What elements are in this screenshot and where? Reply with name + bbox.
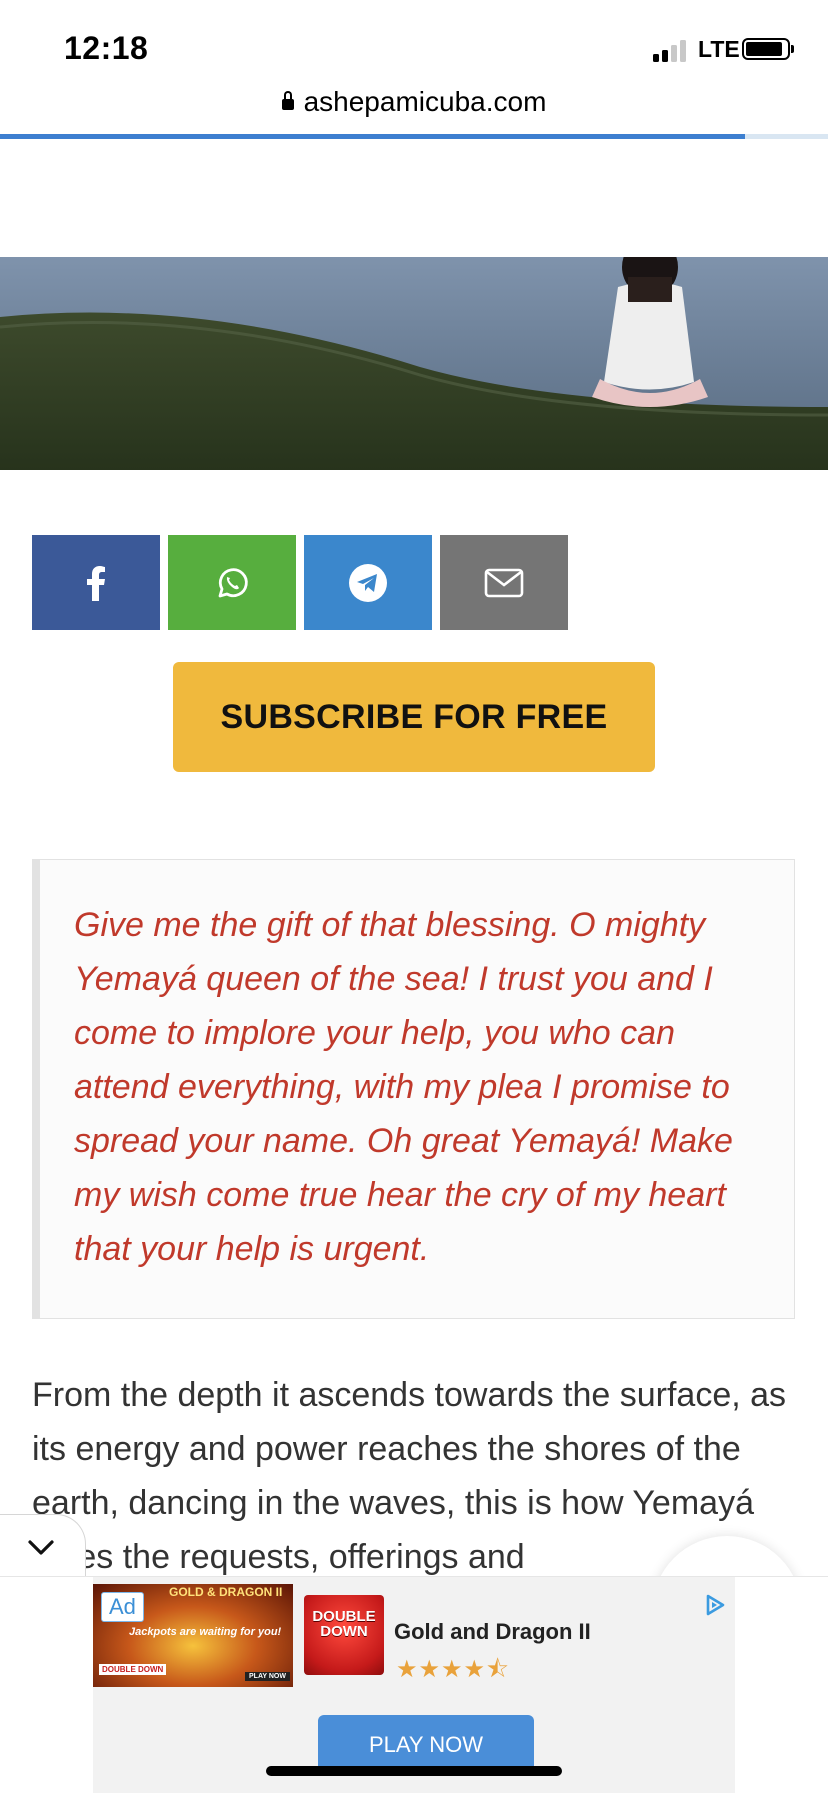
ad-container: GOLD & DRAGON II Jackpots are waiting fo… [0, 1576, 828, 1793]
app-icon-label: DOUBLE DOWN [312, 1608, 376, 1640]
page-load-progress-fill [0, 134, 746, 139]
subscribe-button[interactable]: SUBSCRIBE FOR FREE [173, 662, 655, 772]
share-telegram-button[interactable] [304, 535, 432, 630]
signal-icon [653, 38, 691, 62]
page-load-progress [0, 134, 828, 139]
status-time: 12:18 [64, 30, 149, 66]
ad-panel[interactable]: GOLD & DRAGON II Jackpots are waiting fo… [93, 1577, 735, 1793]
adchoices-icon[interactable] [703, 1593, 727, 1617]
ad-title[interactable]: Gold and Dragon II [394, 1619, 591, 1645]
banner-tagline: Jackpots are waiting for you! [129, 1626, 282, 1638]
ad-banner-image[interactable]: GOLD & DRAGON II Jackpots are waiting fo… [93, 1584, 293, 1687]
banner-play-label: PLAY NOW [245, 1672, 290, 1681]
banner-logo: GOLD & DRAGON II [169, 1585, 283, 1599]
app-icon[interactable]: DOUBLE DOWN [304, 1595, 384, 1675]
chevron-down-icon [28, 1540, 54, 1555]
url-text: ashepamicuba.com [303, 86, 547, 117]
hero-image [0, 257, 828, 470]
share-email-button[interactable] [440, 535, 568, 630]
facebook-icon [87, 565, 105, 601]
quote-text: Give me the gift of that blessing. O mig… [74, 906, 733, 1268]
share-whatsapp-button[interactable] [168, 535, 296, 630]
collapse-ad-button[interactable] [0, 1514, 86, 1584]
prayer-blockquote: Give me the gift of that blessing. O mig… [32, 859, 795, 1319]
status-bar: 12:18 LTE [0, 0, 828, 96]
envelope-icon [484, 568, 524, 597]
network-type: LTE [698, 36, 740, 62]
battery-icon [742, 38, 794, 60]
address-bar[interactable]: ashepamicuba.com [0, 86, 828, 134]
share-facebook-button[interactable] [32, 535, 160, 630]
telegram-icon [349, 563, 387, 602]
banner-corner-logo: DOUBLE DOWN [99, 1664, 167, 1675]
lock-icon [281, 90, 294, 110]
ad-badge: Ad [101, 1592, 144, 1622]
home-indicator[interactable] [266, 1766, 562, 1776]
rating-stars: ★★★★⯪ [396, 1656, 510, 1683]
whatsapp-icon [218, 567, 248, 597]
